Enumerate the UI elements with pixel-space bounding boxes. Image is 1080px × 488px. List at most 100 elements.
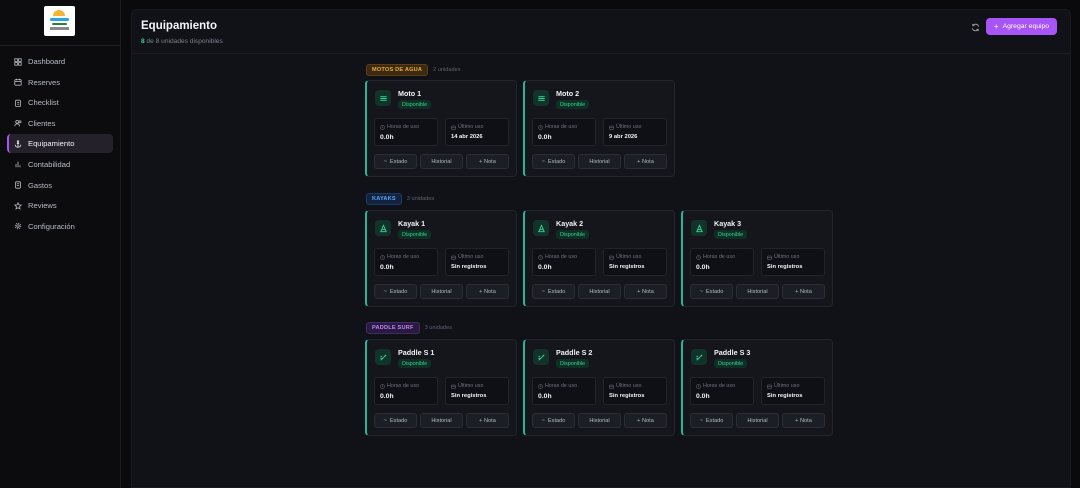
add-equipment-button[interactable]: + Agregar equipo xyxy=(986,18,1057,35)
last-use-label: Último uso xyxy=(616,254,642,260)
hours-stat: Horas de uso 0.0h xyxy=(374,118,438,146)
hours-stat: Horas de uso 0.0h xyxy=(690,248,754,276)
equipment-card: Paddle S 3 Disponible Horas de uso 0.0h … xyxy=(681,339,833,436)
equipment-card: Kayak 2 Disponible Horas de uso 0.0h Últ… xyxy=(523,210,675,307)
hours-stat: Horas de uso 0.0h xyxy=(690,377,754,405)
calendar-icon xyxy=(609,384,614,389)
sidebar-item-equipamiento[interactable]: Equipamiento xyxy=(7,134,113,154)
hours-label: Horas de uso xyxy=(545,383,578,389)
last-use-value: Sin registros xyxy=(451,264,487,270)
last-use-label: Último uso xyxy=(616,124,642,130)
clipboard-icon xyxy=(13,98,22,107)
status-badge: Disponible xyxy=(398,100,432,109)
group-chip: MOTOS DE AGUA xyxy=(366,63,429,76)
last-use-value: Sin registros xyxy=(767,264,803,270)
sidebar: Dashboard Reserves Checklist Clientes Eq… xyxy=(0,0,121,488)
equipment-card: Paddle S 2 Disponible Horas de uso 0.0h … xyxy=(523,339,675,436)
equipment-name: Moto 2 xyxy=(556,89,580,98)
estado-button[interactable]: ~ Estado xyxy=(690,413,733,428)
historial-button[interactable]: Historial xyxy=(420,284,463,299)
status-badge: Disponible xyxy=(714,230,748,239)
calendar-icon xyxy=(451,384,456,389)
group-chip: KAYAKS xyxy=(366,192,402,205)
calendar-icon xyxy=(767,384,772,389)
sidebar-item-reviews[interactable]: Reviews xyxy=(7,196,113,215)
hours-stat: Horas de uso 0.0h xyxy=(374,377,438,405)
add-note-button[interactable]: + Nota xyxy=(624,284,667,299)
sidebar-item-clientes[interactable]: Clientes xyxy=(7,114,113,133)
clock-icon xyxy=(696,383,701,389)
group-units: 2 unidades xyxy=(433,66,461,73)
chevron-icon: ~ xyxy=(541,417,545,424)
page-title: Equipamiento xyxy=(141,20,218,32)
add-note-button[interactable]: + Nota xyxy=(466,413,509,428)
kayak-icon xyxy=(691,220,707,236)
receipt-icon xyxy=(13,181,22,190)
paddle-icon xyxy=(533,349,549,365)
clock-icon xyxy=(696,254,701,260)
add-note-button[interactable]: + Nota xyxy=(782,284,825,299)
last-use-value: 9 abr 2026 xyxy=(609,134,638,140)
equipment-name: Paddle S 3 xyxy=(714,348,751,357)
status-badge: Disponible xyxy=(556,359,590,368)
chevron-icon: ~ xyxy=(699,417,703,424)
historial-button[interactable]: Historial xyxy=(578,154,621,169)
sidebar-item-label: Checklist xyxy=(28,98,59,108)
estado-button[interactable]: ~ Estado xyxy=(532,154,575,169)
hours-stat: Horas de uso 0.0h xyxy=(532,377,596,405)
sidebar-item-contabilidad[interactable]: Contabilidad xyxy=(7,155,113,174)
add-note-button[interactable]: + Nota xyxy=(624,154,667,169)
paddle-icon xyxy=(691,349,707,365)
refresh-button[interactable] xyxy=(968,20,982,34)
star-icon xyxy=(13,201,22,210)
historial-button[interactable]: Historial xyxy=(578,413,621,428)
hours-value: 0.0h xyxy=(696,264,710,271)
equipment-card: Paddle S 1 Disponible Horas de uso 0.0h … xyxy=(365,339,517,436)
historial-button[interactable]: Historial xyxy=(736,413,779,428)
chevron-icon: ~ xyxy=(541,288,545,295)
equipment-name: Kayak 2 xyxy=(556,219,584,228)
add-note-button[interactable]: + Nota xyxy=(466,284,509,299)
estado-button[interactable]: ~ Estado xyxy=(690,284,733,299)
sidebar-item-checklist[interactable]: Checklist xyxy=(7,93,113,112)
brand-logo[interactable] xyxy=(44,6,75,36)
header-divider xyxy=(132,53,1070,54)
estado-button[interactable]: ~ Estado xyxy=(532,413,575,428)
hours-label: Horas de uso xyxy=(387,383,420,389)
last-use-label: Último uso xyxy=(458,124,484,130)
last-use-value: Sin registros xyxy=(451,393,487,399)
gear-icon xyxy=(13,222,22,231)
historial-button[interactable]: Historial xyxy=(420,413,463,428)
estado-button[interactable]: ~ Estado xyxy=(374,284,417,299)
historial-button[interactable]: Historial xyxy=(578,284,621,299)
add-note-button[interactable]: + Nota xyxy=(782,413,825,428)
last-use-value: 14 abr 2026 xyxy=(451,134,483,140)
chevron-icon: ~ xyxy=(383,417,387,424)
historial-button[interactable]: Historial xyxy=(420,154,463,169)
add-note-button[interactable]: + Nota xyxy=(624,413,667,428)
chevron-icon: ~ xyxy=(541,158,545,165)
historial-button[interactable]: Historial xyxy=(736,284,779,299)
last-use-stat: Último uso Sin registros xyxy=(603,377,667,405)
sidebar-item-reserves[interactable]: Reserves xyxy=(7,73,113,92)
sidebar-item-gastos[interactable]: Gastos xyxy=(7,176,113,195)
clock-icon xyxy=(538,383,543,389)
available-count: 8 xyxy=(141,38,145,45)
calendar-icon xyxy=(451,255,456,260)
chevron-icon: ~ xyxy=(383,158,387,165)
add-note-button[interactable]: + Nota xyxy=(466,154,509,169)
estado-button[interactable]: ~ Estado xyxy=(374,154,417,169)
last-use-stat: Último uso Sin registros xyxy=(603,248,667,276)
status-badge: Disponible xyxy=(714,359,748,368)
sidebar-item-dashboard[interactable]: Dashboard xyxy=(7,52,113,71)
status-badge: Disponible xyxy=(556,100,590,109)
sidebar-divider xyxy=(0,45,121,46)
hours-value: 0.0h xyxy=(380,134,394,141)
estado-button[interactable]: ~ Estado xyxy=(374,413,417,428)
clock-icon xyxy=(538,124,543,130)
last-use-label: Último uso xyxy=(458,383,484,389)
estado-button[interactable]: ~ Estado xyxy=(532,284,575,299)
sidebar-item-label: Clientes xyxy=(28,118,56,128)
calendar-icon xyxy=(609,255,614,260)
sidebar-item-configuracion[interactable]: Configuración xyxy=(7,217,113,236)
